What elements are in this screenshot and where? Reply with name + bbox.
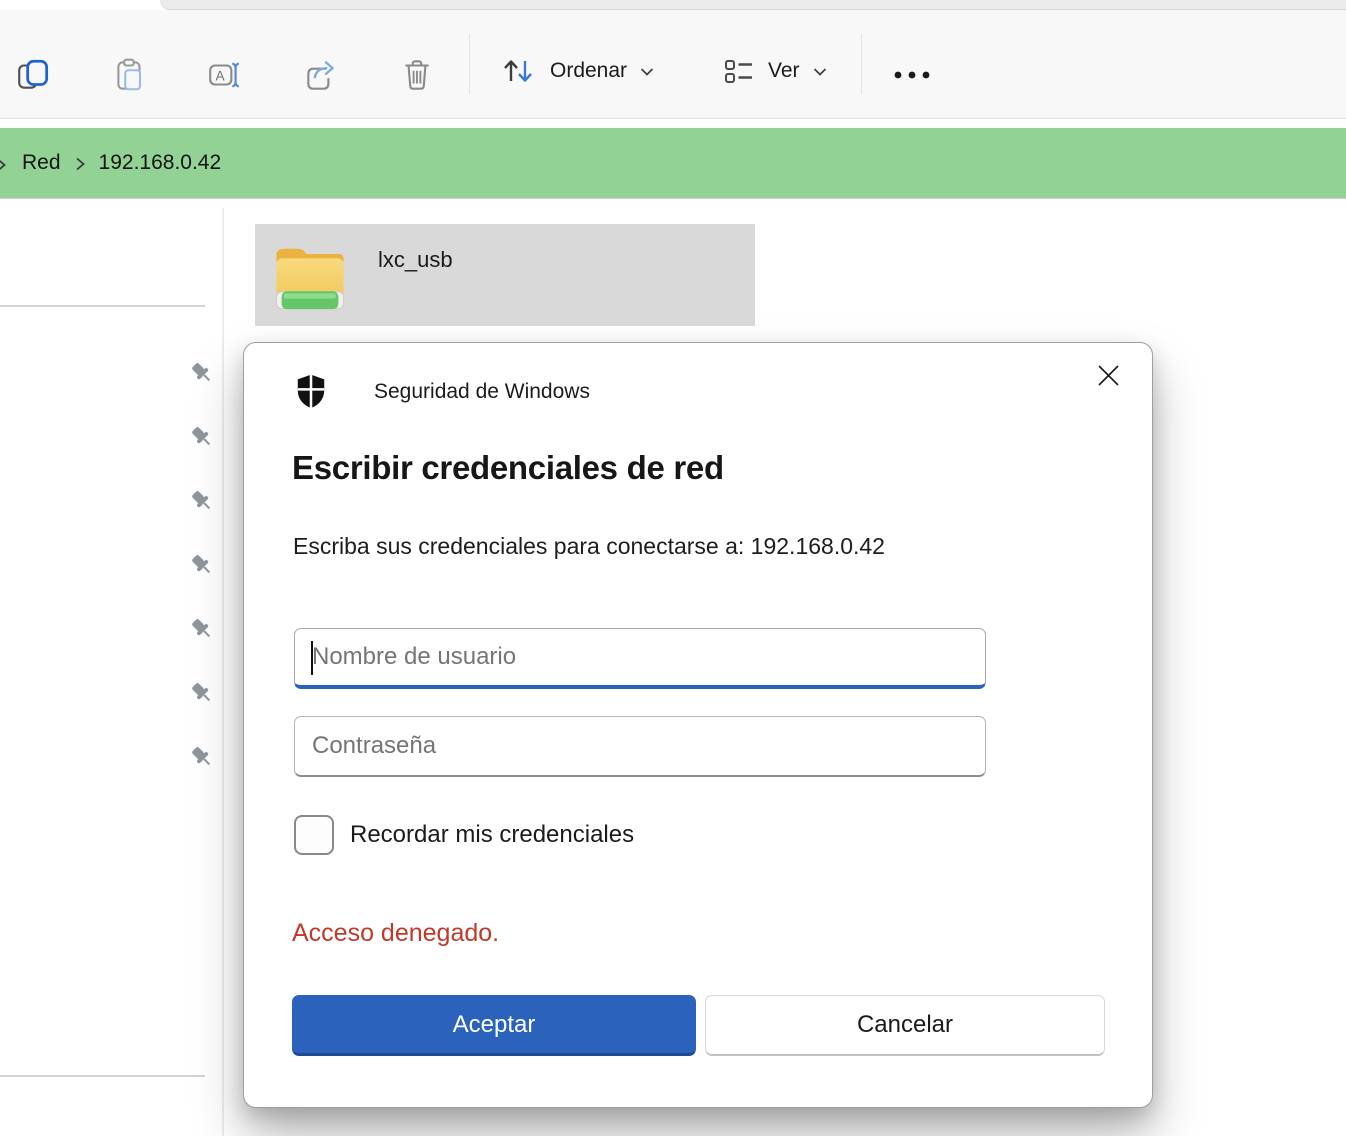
dialog-title: Escribir credenciales de red: [292, 449, 724, 487]
remember-credentials-row: Recordar mis credenciales: [294, 815, 634, 855]
toolbar-divider: [861, 34, 862, 94]
access-denied-error: Acceso denegado.: [292, 919, 499, 948]
rename-icon: A: [206, 56, 244, 94]
address-bar: Red 192.168.0.42: [0, 128, 1346, 199]
delete-icon: [398, 56, 436, 94]
pin-icon: [189, 552, 215, 578]
sort-label: Ordenar: [550, 59, 627, 83]
breadcrumb-item-red[interactable]: Red: [22, 151, 61, 175]
chevron-down-icon: [639, 66, 655, 77]
close-icon: [1096, 363, 1121, 388]
folder-item-lxc-usb[interactable]: lxc_usb: [255, 224, 755, 326]
password-input[interactable]: [294, 716, 986, 777]
windows-security-dialog: Seguridad de Windows Escribir credencial…: [243, 342, 1153, 1108]
pin-icon: [189, 488, 215, 514]
view-label: Ver: [768, 59, 800, 83]
pane-divider: [222, 208, 224, 1136]
copy-icon: [15, 56, 53, 94]
more-icon: [891, 69, 933, 81]
more-options-button[interactable]: [884, 48, 940, 102]
tab-strip: [160, 0, 1346, 10]
share-button[interactable]: [293, 48, 349, 102]
folder-name: lxc_usb: [378, 247, 453, 273]
view-icon: [722, 55, 756, 87]
remember-label: Recordar mis credenciales: [350, 821, 634, 849]
username-field-wrapper: [294, 628, 986, 689]
username-input[interactable]: [294, 628, 986, 689]
paste-button[interactable]: [102, 48, 158, 102]
toolbar-divider: [469, 34, 470, 94]
breadcrumb-item-host[interactable]: 192.168.0.42: [99, 151, 222, 175]
dialog-subtitle: Escriba sus credenciales para conectarse…: [293, 533, 885, 560]
copy-button[interactable]: [6, 48, 62, 102]
breadcrumb-chevron-icon: [0, 157, 7, 173]
sort-button[interactable]: Ordenar: [488, 40, 665, 102]
close-button[interactable]: [1086, 353, 1130, 397]
sidebar-divider: [0, 1075, 205, 1077]
file-explorer-window: A Ordenar: [0, 0, 1346, 1136]
pin-icon: [189, 360, 215, 386]
pin-icon: [189, 744, 215, 770]
svg-text:A: A: [216, 68, 226, 83]
pin-icon: [189, 680, 215, 706]
shared-folder-icon: [268, 233, 352, 317]
breadcrumb-chevron-icon: [74, 156, 86, 172]
chevron-down-icon: [812, 66, 828, 77]
remember-checkbox[interactable]: [294, 815, 334, 855]
paste-icon: [111, 56, 149, 94]
pin-icon: [189, 424, 215, 450]
view-button[interactable]: Ver: [712, 40, 838, 102]
text-caret: [311, 641, 313, 675]
delete-button[interactable]: [389, 48, 445, 102]
sort-icon: [498, 55, 538, 87]
navigation-pane: [0, 199, 222, 1136]
dialog-app-title: Seguridad de Windows: [374, 380, 590, 404]
rename-button[interactable]: A: [197, 48, 253, 102]
sidebar-divider: [0, 305, 205, 307]
cancel-button[interactable]: Cancelar: [705, 995, 1105, 1056]
pin-icon: [189, 616, 215, 642]
command-toolbar: A Ordenar: [0, 10, 1346, 119]
shield-icon: [294, 373, 328, 409]
share-icon: [302, 56, 340, 94]
accept-button[interactable]: Aceptar: [292, 995, 696, 1056]
password-field-wrapper: [294, 716, 986, 777]
